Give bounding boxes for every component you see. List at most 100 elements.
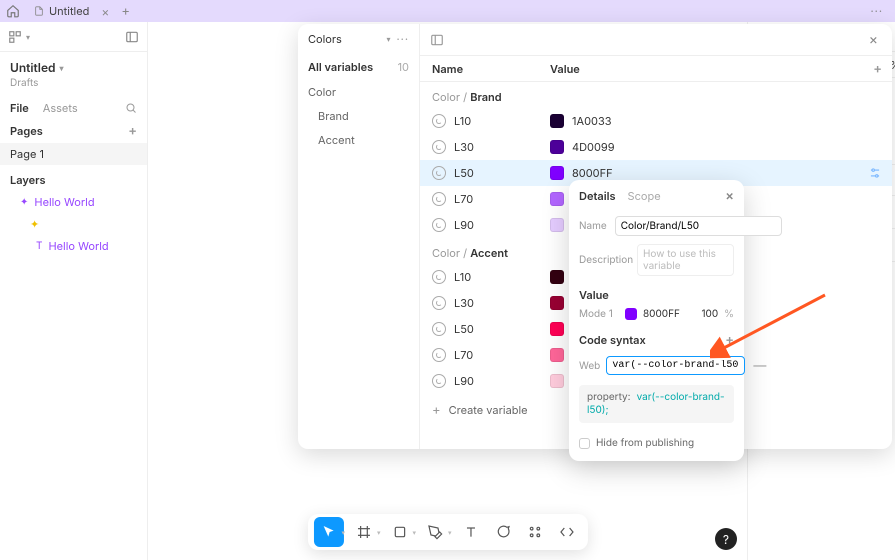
color-type-icon [432,140,446,154]
web-syntax-input[interactable] [606,356,745,375]
file-title[interactable]: Untitled ▾ [10,60,137,75]
color-type-icon [432,192,446,206]
tab-details[interactable]: Details [579,189,616,203]
pen-tool[interactable] [420,517,450,547]
file-tab[interactable]: Untitled [26,1,97,21]
panel-toggle-icon[interactable] [430,33,444,47]
variable-name: L50 [454,166,474,180]
layers-heading: Layers [10,173,46,187]
left-sidebar-top: ▾ [0,22,147,52]
file-location[interactable]: Drafts [10,77,137,89]
color-type-icon [432,296,446,310]
variable-row[interactable]: L30 4D0099 [420,134,892,160]
description-input[interactable]: How to use this variable [637,244,734,276]
color-type-icon [432,166,446,180]
hide-label: Hide from publishing [596,437,694,449]
component-icon: ✦ [20,196,28,208]
variable-name: L30 [454,140,474,154]
color-swatch [550,270,564,284]
hide-from-publishing-checkbox[interactable] [579,438,590,449]
opacity-value[interactable]: 100 [690,308,718,320]
tool-toolbar: ▾ ▾ ▾ ▾ [307,514,587,550]
tab-scope[interactable]: Scope [628,189,661,203]
layer-item[interactable]: ✦ [0,213,147,235]
search-icon[interactable] [125,102,137,114]
column-value-header: Value [546,62,863,76]
left-sidebar: ▾ Untitled ▾ Drafts File Assets Pages + … [0,22,148,560]
color-type-icon [432,114,446,128]
chevron-down-icon[interactable]: ▾ [386,34,390,44]
collection-more-button[interactable]: ··· [396,32,409,46]
mode-label: Mode 1 [579,308,619,320]
add-mode-button[interactable]: + [863,61,892,77]
new-tab-button[interactable]: + [113,3,138,19]
chevron-down-icon: ▾ [60,63,64,73]
chevron-down-icon[interactable]: ▾ [26,32,30,42]
color-swatch [550,192,564,206]
dev-mode-tool[interactable] [552,517,582,547]
instance-icon: ✦ [30,217,39,231]
color-swatch [550,296,564,310]
color-type-icon [432,374,446,388]
close-tab-button[interactable]: × [97,4,113,19]
variable-name: L30 [454,296,474,310]
variable-count: 10 [398,60,409,74]
category-brand[interactable]: Brand [298,104,419,128]
actions-tool[interactable] [520,517,550,547]
variable-name: L10 [454,270,471,284]
color-type-icon [432,270,446,284]
add-syntax-button[interactable]: + [725,332,734,348]
project-icon[interactable] [8,30,22,44]
add-page-button[interactable]: + [128,123,137,139]
window-titlebar: Untitled × + ··· [0,0,895,22]
frame-tool[interactable] [349,517,379,547]
variables-sidebar: Colors ▾ ··· All variables 10 Color Bran… [298,24,420,449]
code-snippet: property: var(--color-brand-l50); [579,385,734,423]
close-popover-button[interactable]: × [725,188,734,204]
color-swatch [550,218,564,232]
tab-assets[interactable]: Assets [43,101,78,115]
variable-name: L90 [454,374,474,388]
layer-text[interactable]: T Hello World [0,235,147,257]
color-swatch [550,348,564,362]
variable-row[interactable]: L101A0033 [420,108,892,134]
color-swatch [550,374,564,388]
color-swatch [550,166,564,180]
variable-name: L50 [454,322,474,336]
text-tool[interactable] [456,517,486,547]
draft-file-icon [34,5,44,17]
category-color[interactable]: Color [298,80,419,104]
layer-label: Hello World [34,195,94,209]
variable-hex: 1A0033 [572,114,612,128]
help-button[interactable]: ? [715,528,737,550]
code-syntax-heading: Code syntax [579,333,646,347]
color-hex[interactable]: 8000FF [643,308,680,320]
tab-file[interactable]: File [10,101,29,115]
page-item[interactable]: Page 1 [0,143,147,165]
all-variables-filter[interactable]: All variables [308,60,373,74]
variable-name: L70 [454,348,473,362]
layer-label: Hello World [48,239,108,253]
window-overflow-button[interactable]: ··· [862,4,891,18]
layer-component[interactable]: ✦ Hello World [0,191,147,213]
color-type-icon [432,348,446,362]
close-modal-button[interactable]: × [865,31,882,48]
collection-selector[interactable]: Colors [308,32,342,46]
pages-heading: Pages [10,124,43,138]
column-name-header: Name [420,62,546,76]
file-title-label: Untitled [10,60,56,75]
variable-hex: 4D0099 [572,140,615,154]
panel-toggle-icon[interactable] [125,30,139,44]
category-accent[interactable]: Accent [298,128,419,152]
variable-group-header: Color / Brand [420,82,892,108]
color-type-icon [432,322,446,336]
color-swatch[interactable] [625,308,637,320]
remove-syntax-button[interactable]: — [751,358,768,374]
edit-variable-icon[interactable] [868,166,892,180]
comment-tool[interactable] [488,517,518,547]
move-tool[interactable] [313,517,343,547]
variable-name-input[interactable] [615,216,782,236]
home-button[interactable] [4,2,22,20]
variable-hex: 8000FF [572,166,613,180]
shape-tool[interactable] [385,517,415,547]
